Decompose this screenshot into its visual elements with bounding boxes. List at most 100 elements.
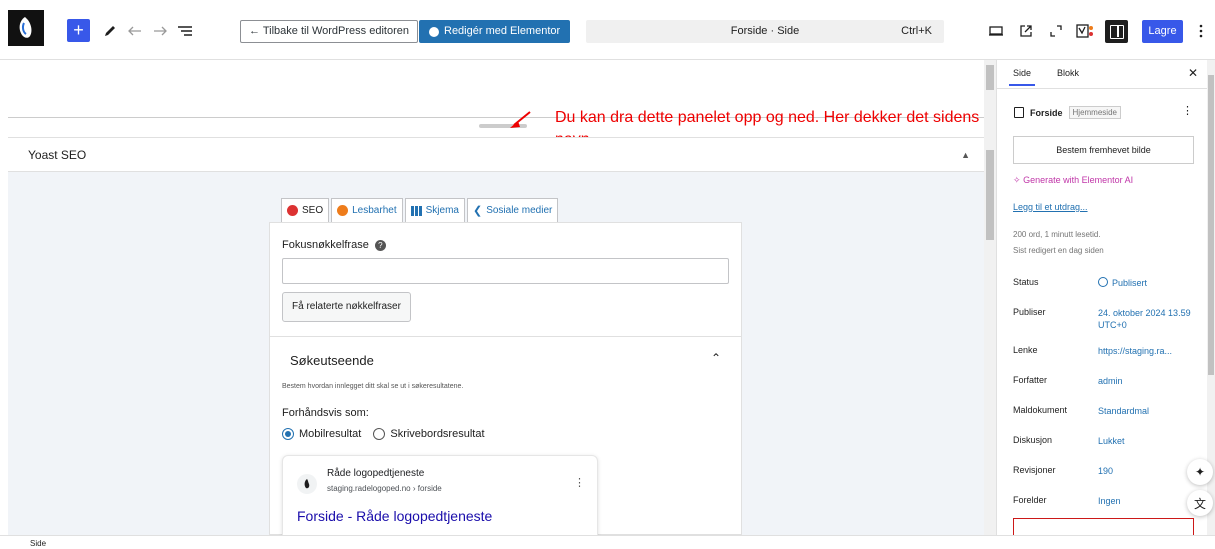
external-view-icon[interactable]	[1015, 20, 1037, 42]
save-button[interactable]: Lagre	[1142, 20, 1183, 43]
page-title-fragment	[173, 110, 263, 118]
translate-icon[interactable]: 文	[1187, 490, 1213, 516]
tab-readability[interactable]: Lesbarhet	[331, 198, 403, 222]
add-block-button[interactable]: +	[67, 19, 90, 42]
row-value[interactable]: Standardmal	[1098, 405, 1193, 417]
radio-unselected-icon	[373, 428, 386, 440]
row-value[interactable]: Lukket	[1098, 435, 1193, 447]
grid-icon	[410, 205, 422, 216]
edit-with-elementor-button[interactable]: Redigér med Elementor	[419, 20, 571, 43]
search-appearance-description: Bestem hvordan innlegget ditt skal se ut…	[282, 383, 464, 390]
editor-scrollbar[interactable]	[984, 60, 996, 535]
row-link: Lenke https://staging.ra...	[1013, 343, 1198, 373]
generate-with-ai-link[interactable]: ✧ Generate with Elementor AI	[1013, 175, 1133, 186]
radio-desktop-label: Skrivebordsresultat	[390, 428, 485, 440]
elementor-icon	[429, 26, 439, 37]
row-key: Forfatter	[1013, 375, 1048, 385]
tab-page[interactable]: Side	[1008, 68, 1036, 86]
share-icon: ❮	[472, 205, 483, 217]
pencil-icon[interactable]	[99, 20, 121, 42]
preview-title: Forside - Råde logopedtjeneste	[297, 508, 493, 524]
row-value[interactable]: Ingen	[1098, 495, 1193, 507]
tab-block[interactable]: Blokk	[1057, 68, 1079, 78]
status-value: Publisert	[1112, 278, 1148, 288]
row-key: Publiser	[1013, 307, 1046, 317]
focus-keyphrase-input[interactable]	[282, 258, 729, 284]
radio-mobile[interactable]: Mobilresultat	[282, 428, 361, 440]
undo-icon[interactable]	[124, 20, 146, 42]
collapse-up-icon[interactable]: ▲	[961, 150, 970, 160]
yoast-tabs: SEO Lesbarhet Skjema ❮ Sosiale medier	[281, 198, 560, 222]
chevron-up-icon[interactable]: ⌃	[711, 351, 721, 365]
row-key: Forelder	[1013, 495, 1047, 505]
help-icon[interactable]: ?	[374, 239, 386, 251]
check-circle-icon	[1098, 277, 1108, 287]
row-value[interactable]: 24. oktober 2024 13.59 UTC+0	[1098, 307, 1193, 331]
more-options-icon[interactable]	[1190, 20, 1212, 42]
favicon-icon	[297, 474, 317, 494]
row-publish: Publiser 24. oktober 2024 13.59 UTC+0	[1013, 305, 1198, 343]
radio-selected-icon	[282, 428, 294, 440]
tab-schema[interactable]: Skjema	[404, 198, 465, 222]
document-summary: Forside Hjemmeside	[1014, 106, 1121, 119]
site-logo[interactable]	[8, 10, 44, 46]
row-value[interactable]: https://staging.ra...	[1098, 345, 1193, 357]
command-palette-bar[interactable]: Forside · Side Ctrl+K	[586, 20, 944, 43]
editor-canvas: Du kan dra dette panelet opp og ned. Her…	[0, 60, 984, 535]
document-overview-icon[interactable]	[174, 20, 196, 42]
redo-icon[interactable]	[149, 20, 171, 42]
row-revisions: Revisjoner 190	[1013, 463, 1198, 493]
row-author: Forfatter admin	[1013, 373, 1198, 403]
row-discussion: Diskusjon Lukket	[1013, 433, 1198, 463]
document-name: Forside	[1030, 107, 1063, 118]
tab-social[interactable]: ❮ Sosiale medier	[466, 198, 559, 222]
row-value[interactable]: 190	[1098, 465, 1193, 477]
fullscreen-icon[interactable]	[1045, 20, 1067, 42]
preview-url: staging.radelogoped.no › forside	[327, 484, 442, 493]
tab-schema-label: Skjema	[425, 205, 459, 216]
orange-face-icon	[337, 205, 349, 216]
annotation-arrow-icon	[510, 111, 531, 128]
row-key: Lenke	[1013, 345, 1038, 355]
yoast-seo-panel: SEO Lesbarhet Skjema ❮ Sosiale medier Fo…	[8, 172, 984, 535]
last-edited: Sist redigert en dag siden	[1013, 246, 1104, 255]
editor-header: + ← Tilbake til WordPress editoren Redig…	[0, 0, 1215, 60]
breadcrumb[interactable]: Side	[30, 539, 46, 548]
radio-desktop[interactable]: Skrivebordsresultat	[373, 428, 485, 440]
get-related-keyphrases-button[interactable]: Få relaterte nøkkelfraser	[282, 292, 411, 322]
back-to-wordpress-editor-button[interactable]: ← Tilbake til WordPress editoren	[240, 20, 418, 43]
search-appearance-title[interactable]: Søkeutseende	[290, 353, 374, 368]
settings-sidebar-toggle-icon[interactable]	[1105, 20, 1128, 43]
ai-sparkle-icon[interactable]: ✦	[1187, 459, 1213, 485]
scrollbar-thumb-lower[interactable]	[986, 150, 994, 240]
preview-site-name: Råde logopedtjeneste	[327, 468, 425, 479]
tab-seo[interactable]: SEO	[281, 198, 330, 222]
row-value[interactable]: Publisert	[1098, 277, 1193, 289]
summary-rows: Status Publisert Publiser 24. oktober 20…	[1013, 275, 1198, 523]
preview-as-label: Forhåndsvis som:	[282, 407, 369, 419]
yoast-panel-title: Yoast SEO	[28, 148, 87, 162]
close-icon[interactable]: ✕	[1188, 66, 1198, 80]
scrollbar-thumb[interactable]	[986, 65, 994, 90]
desktop-preview-icon[interactable]	[985, 20, 1007, 42]
yoast-icon[interactable]	[1074, 20, 1096, 42]
add-excerpt-link[interactable]: Legg til et utdrag...	[1013, 202, 1088, 212]
settings-sidebar: Side Blokk ✕ Forside Hjemmeside ⋮ Bestem…	[996, 60, 1208, 543]
tab-seo-label: SEO	[302, 205, 324, 216]
set-featured-image-button[interactable]: Bestem fremhevet bilde	[1013, 136, 1194, 164]
more-actions-icon[interactable]: ⋮	[1182, 104, 1193, 117]
scrollbar-thumb[interactable]	[1208, 75, 1214, 375]
search-result-preview: Råde logopedtjeneste staging.radelogoped…	[282, 455, 598, 535]
row-value[interactable]: admin	[1098, 375, 1193, 387]
elementor-button-label: Redigér med Elementor	[444, 25, 561, 37]
word-count: 200 ord, 1 minutt lesetid.	[1013, 230, 1101, 239]
sidebar-tabs: Side Blokk ✕	[997, 60, 1208, 89]
document-title: Forside · Side	[730, 25, 800, 37]
focus-keyphrase-label: Fokusnøkkelfrase ?	[282, 239, 386, 251]
post-meta: 200 ord, 1 minutt lesetid. Sist redigert…	[1013, 227, 1104, 259]
generate-ai-label: Generate with Elementor AI	[1023, 175, 1134, 185]
yoast-seo-panel-header[interactable]: Yoast SEO ▲	[8, 137, 984, 172]
row-status: Status Publisert	[1013, 275, 1198, 305]
preview-mode-radios: Mobilresultat Skrivebordsresultat	[282, 428, 485, 440]
red-face-icon	[287, 205, 298, 216]
